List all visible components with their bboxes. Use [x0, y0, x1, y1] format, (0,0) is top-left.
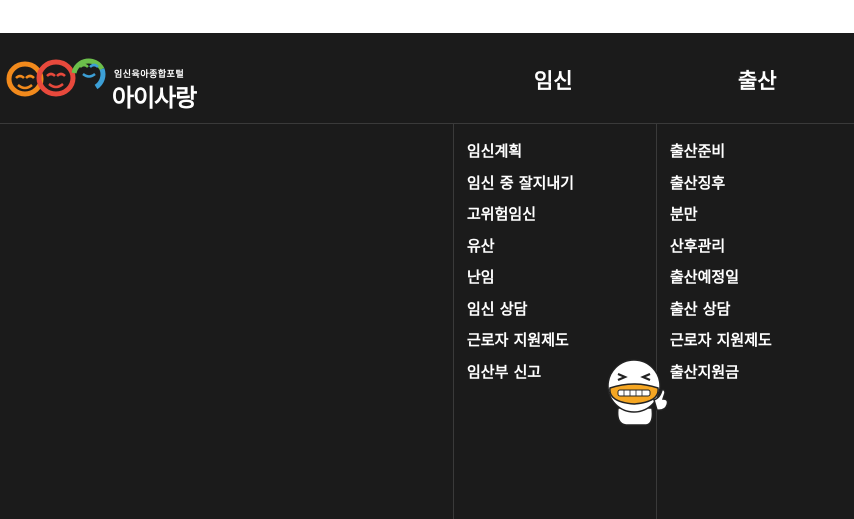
submenu-item[interactable]: 출산준비 [670, 140, 772, 172]
submenu-item[interactable]: 근로자 지원제도 [467, 329, 574, 361]
mascot-character-icon [607, 359, 668, 426]
submenu-item[interactable]: 임신 중 잘지내기 [467, 172, 574, 204]
submenu-item[interactable]: 고위험임신 [467, 203, 574, 235]
top-white-bar [0, 0, 854, 33]
mega-menu: 임신육아종합포털 아이사랑 임신 출산 임신계획 임신 중 잘지내기 고위험임신… [0, 33, 854, 519]
submenu-item[interactable]: 산후관리 [670, 235, 772, 267]
logo-name: 아이사랑 [112, 84, 197, 112]
submenu-item[interactable]: 임신 상담 [467, 298, 574, 330]
submenu-birth: 출산준비 출산징후 분만 산후관리 출산예정일 출산 상담 근로자 지원제도 출… [656, 124, 854, 519]
site-header: 임신육아종합포털 아이사랑 임신 출산 [0, 33, 854, 124]
site-logo[interactable]: 임신육아종합포털 아이사랑 [6, 45, 216, 112]
submenu-item[interactable]: 출산예정일 [670, 266, 772, 298]
logo-faces-icon [6, 58, 106, 97]
submenu-item[interactable]: 임신계획 [467, 140, 574, 172]
submenu-item[interactable]: 근로자 지원제도 [670, 329, 772, 361]
submenu-item[interactable]: 임산부 신고 [467, 361, 574, 393]
submenu-item[interactable]: 난임 [467, 266, 574, 298]
submenu-item[interactable]: 출산징후 [670, 172, 772, 204]
submenu-pregnancy: 임신계획 임신 중 잘지내기 고위험임신 유산 난임 임신 상담 근로자 지원제… [453, 124, 657, 519]
submenu-item[interactable]: 분만 [670, 203, 772, 235]
nav-menu-pregnancy[interactable]: 임신 [534, 65, 573, 95]
submenu-item[interactable]: 유산 [467, 235, 574, 267]
submenu-item[interactable]: 출산지원금 [670, 361, 772, 393]
submenu-item[interactable]: 출산 상담 [670, 298, 772, 330]
nav-menu-birth[interactable]: 출산 [738, 65, 777, 95]
